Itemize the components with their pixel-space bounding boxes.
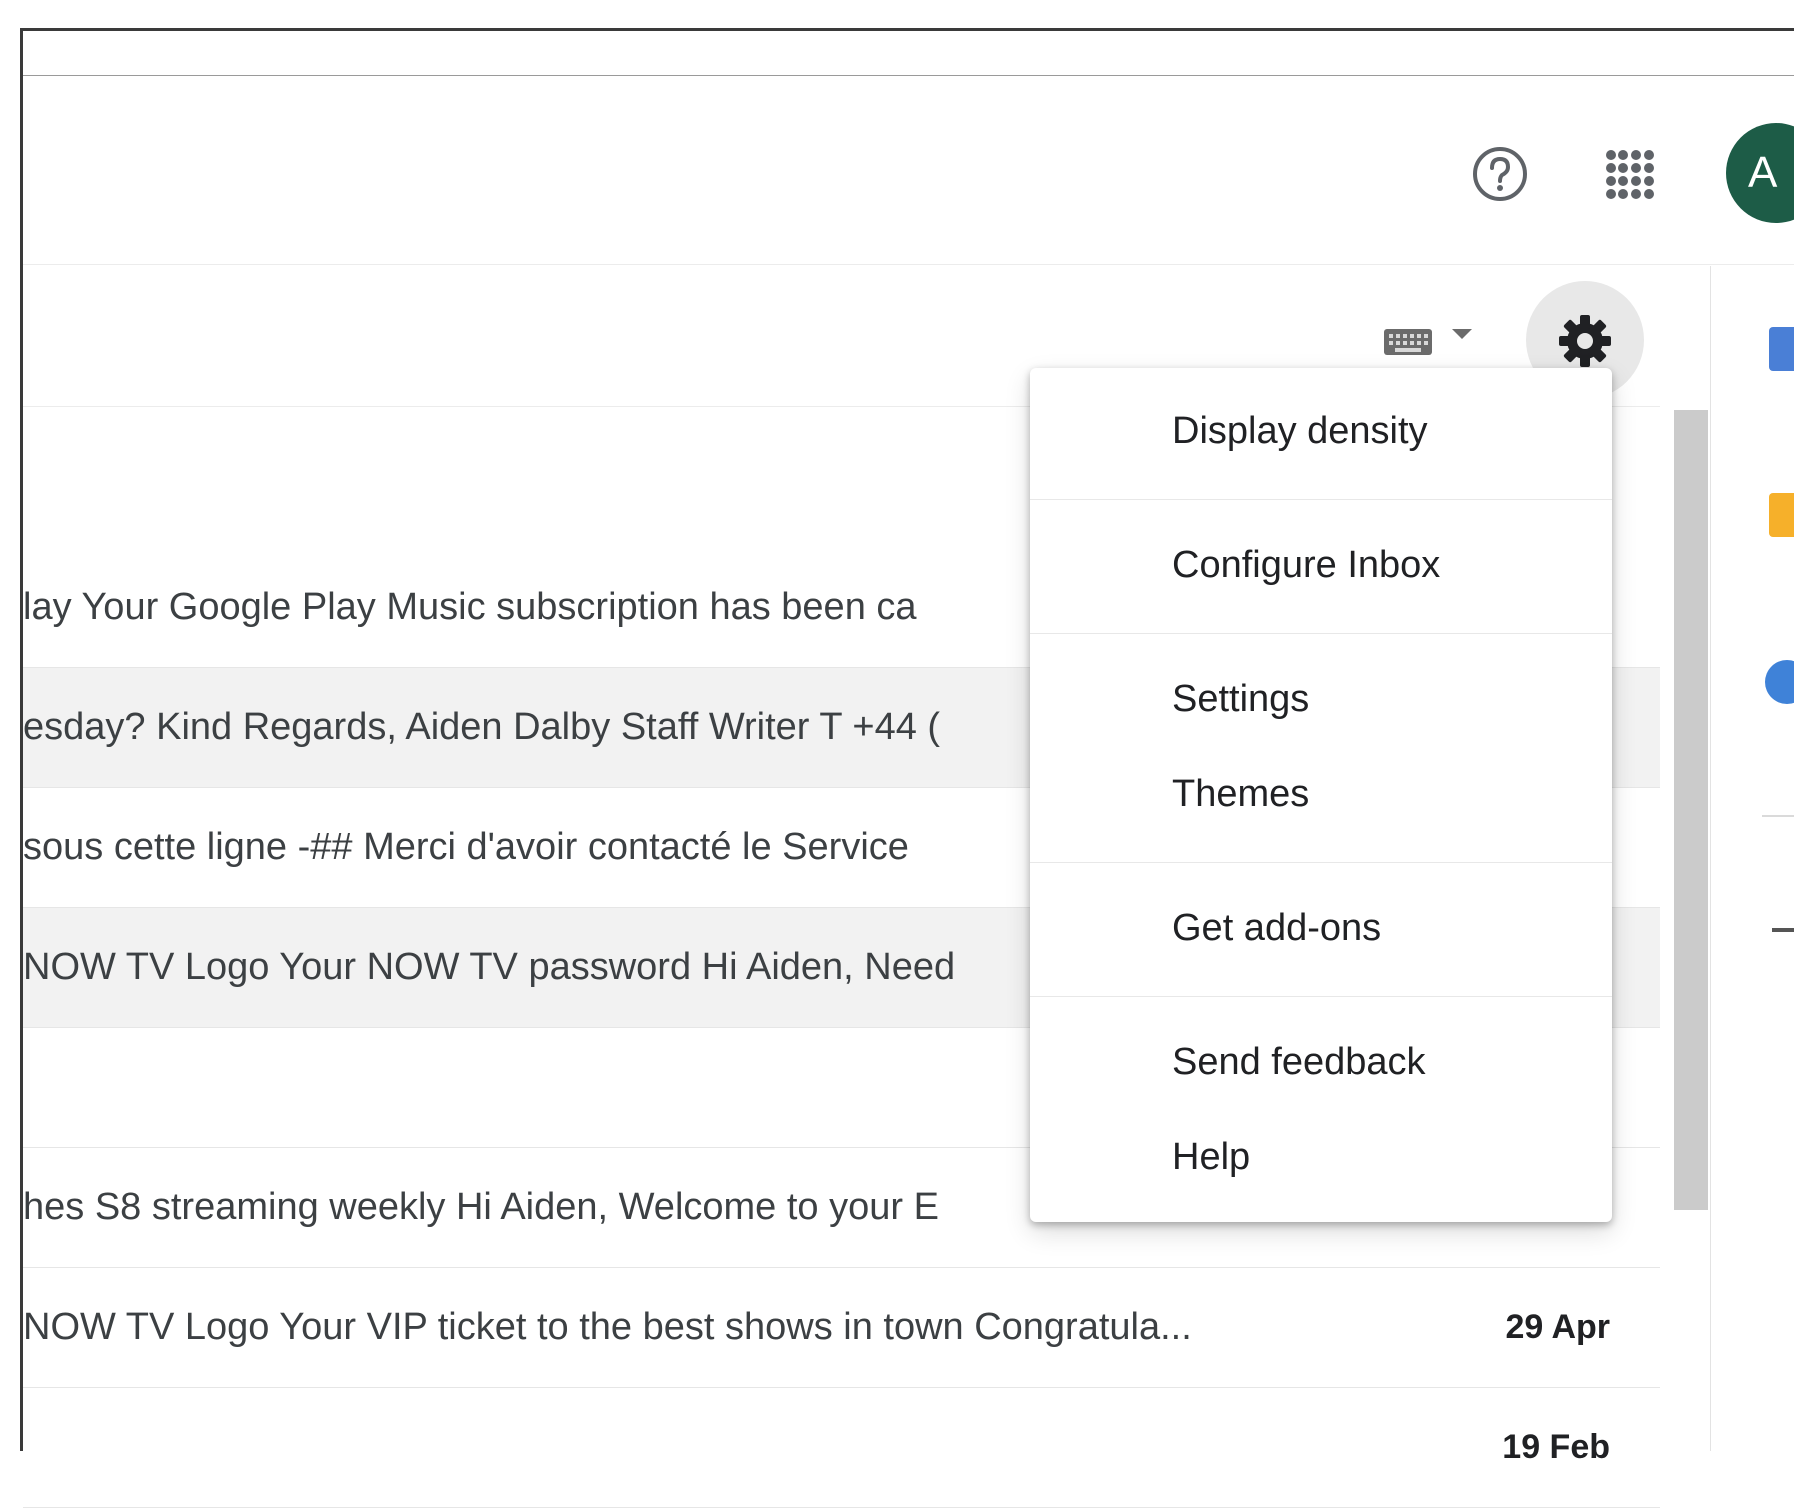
chevron-down-icon[interactable] — [1452, 329, 1472, 339]
menu-item-settings[interactable]: Settings — [1172, 678, 1309, 721]
menu-item-configure-inbox[interactable]: Configure Inbox — [1172, 544, 1440, 587]
message-date: 29 Apr — [1505, 1308, 1610, 1346]
menu-divider — [1030, 633, 1612, 634]
message-snippet: lay Your Google Play Music subscription … — [23, 586, 917, 628]
message-snippet: sous cette ligne -## Merci d'avoir conta… — [23, 826, 909, 868]
window-frame-top — [20, 28, 1794, 31]
message-date: 19 Feb — [1502, 1428, 1610, 1466]
menu-item-send-feedback[interactable]: Send feedback — [1172, 1041, 1426, 1084]
menu-item-display-density[interactable]: Display density — [1172, 410, 1428, 453]
menu-divider — [1030, 862, 1612, 863]
message-snippet: esday? Kind Regards, Aiden Dalby Staff W… — [23, 706, 941, 748]
menu-divider — [1030, 499, 1612, 500]
menu-item-get-add-ons[interactable]: Get add-ons — [1172, 907, 1381, 950]
list-item[interactable]: NOW TV Logo Your VIP ticket to the best … — [23, 1268, 1660, 1388]
gear-icon[interactable] — [1557, 313, 1613, 369]
titlebar-divider — [23, 75, 1794, 76]
message-snippet: NOW TV Logo Your NOW TV password Hi Aide… — [23, 946, 956, 988]
add-icon[interactable] — [1772, 928, 1794, 932]
tasks-icon[interactable] — [1765, 660, 1794, 704]
calendar-icon[interactable] — [1769, 327, 1794, 371]
help-icon[interactable] — [1472, 146, 1528, 202]
avatar[interactable]: A — [1726, 123, 1794, 223]
keep-icon[interactable] — [1769, 493, 1794, 537]
side-panel-border — [1710, 266, 1711, 1451]
menu-item-themes[interactable]: Themes — [1172, 773, 1309, 816]
message-snippet: hes S8 streaming weekly Hi Aiden, Welcom… — [23, 1186, 939, 1228]
side-panel-divider — [1762, 815, 1794, 817]
menu-divider — [1030, 996, 1612, 997]
keyboard-icon[interactable] — [1383, 328, 1433, 356]
apps-grid-icon[interactable] — [1603, 147, 1657, 201]
message-snippet: NOW TV Logo Your VIP ticket to the best … — [23, 1306, 1192, 1348]
list-item[interactable]: 19 Feb — [23, 1388, 1660, 1508]
header-divider — [23, 264, 1794, 265]
scrollbar-thumb[interactable] — [1674, 410, 1708, 1210]
settings-menu: Display density Configure Inbox Settings… — [1030, 368, 1612, 1222]
menu-item-help[interactable]: Help — [1172, 1136, 1250, 1179]
